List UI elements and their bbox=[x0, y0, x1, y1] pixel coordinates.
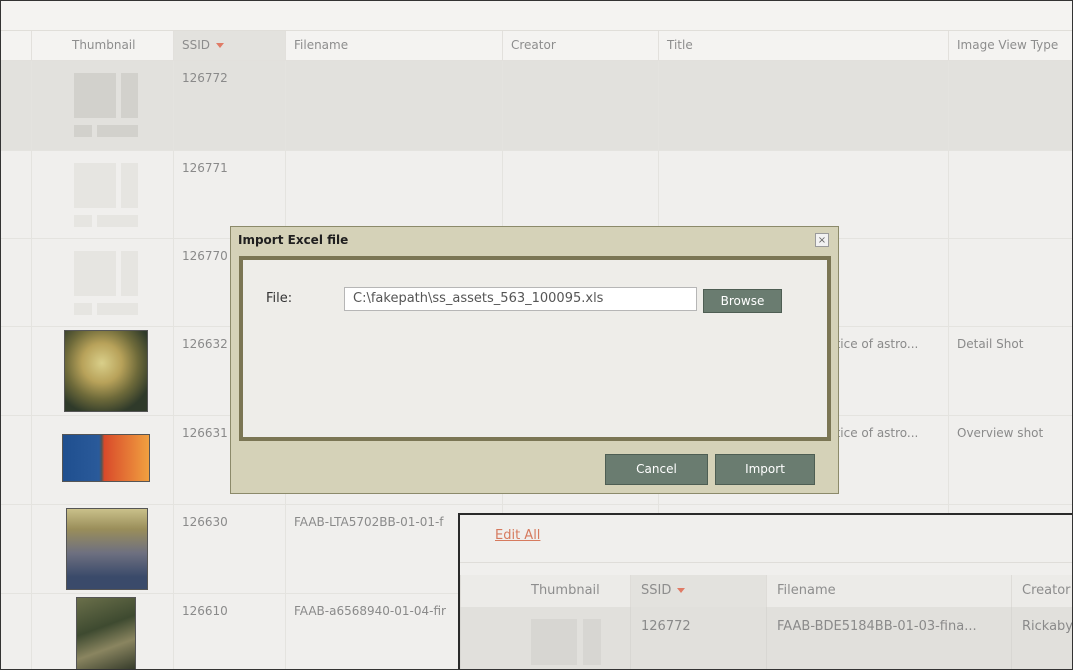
column-header-label: Thumbnail bbox=[72, 38, 136, 52]
view-type-cell bbox=[948, 239, 1072, 326]
creator-cell: Rickaby bbox=[1011, 607, 1072, 669]
column-header-creator[interactable]: Creator bbox=[502, 31, 658, 60]
ssid-cell: 126771 bbox=[173, 151, 285, 238]
column-header-label: Thumbnail bbox=[531, 583, 600, 598]
inset-toolbar: Edit All bbox=[460, 515, 1072, 563]
thumbnail-placeholder-icon bbox=[74, 251, 138, 315]
view-type-cell: Overview shot bbox=[948, 416, 1072, 504]
thumbnail-cell bbox=[31, 505, 173, 593]
thumbnail-image[interactable] bbox=[64, 330, 148, 412]
ssid-cell: 126772 bbox=[173, 61, 285, 150]
column-header-label: Creator bbox=[1022, 583, 1071, 598]
thumbnail-cell bbox=[31, 61, 173, 150]
file-path-field[interactable]: C:\fakepath\ss_assets_563_100095.xls bbox=[344, 287, 697, 311]
filename-cell: FAAB-BDE5184BB-01-03-fina... bbox=[766, 607, 1011, 669]
column-header-title[interactable]: Title bbox=[658, 31, 948, 60]
thumbnail-placeholder-icon bbox=[74, 163, 138, 227]
inset-grid-header: Thumbnail SSID Filename Creator bbox=[460, 575, 1072, 608]
dialog-title: Import Excel file bbox=[238, 233, 349, 247]
column-header-thumbnail[interactable]: Thumbnail bbox=[31, 31, 173, 60]
browse-button[interactable]: Browse bbox=[703, 289, 782, 313]
ssid-cell: 126610 bbox=[173, 594, 285, 669]
thumbnail-cell bbox=[31, 594, 173, 669]
creator-cell bbox=[502, 151, 658, 238]
sort-descending-icon bbox=[216, 43, 225, 48]
view-type-cell: Detail Shot bbox=[948, 327, 1072, 415]
filename-cell bbox=[285, 151, 502, 238]
asset-grid-screen: Thumbnail SSID Filename Creator Title Im… bbox=[0, 0, 1073, 670]
column-header-label: SSID bbox=[182, 38, 211, 52]
thumbnail-placeholder-icon bbox=[531, 619, 577, 665]
column-header-filename[interactable]: Filename bbox=[766, 575, 1011, 607]
edit-all-preview-panel: Edit All Thumbnail SSID Filename Creator… bbox=[458, 513, 1072, 669]
title-cell bbox=[658, 61, 948, 150]
file-label: File: bbox=[266, 291, 293, 306]
column-header-ssid[interactable]: SSID bbox=[173, 31, 285, 60]
column-header-label: Title bbox=[667, 38, 693, 52]
cancel-button[interactable]: Cancel bbox=[605, 454, 708, 485]
table-row[interactable]: 126772 FAAB-BDE5184BB-01-03-fina... Rick… bbox=[460, 607, 1072, 669]
thumbnail-cell bbox=[460, 607, 630, 669]
filename-cell bbox=[285, 61, 502, 150]
edit-all-link[interactable]: Edit All bbox=[495, 528, 540, 543]
column-header-label: SSID bbox=[641, 583, 672, 598]
thumbnail-cell bbox=[31, 151, 173, 238]
thumbnail-image[interactable] bbox=[76, 597, 136, 669]
thumbnail-placeholder-icon bbox=[74, 73, 138, 137]
column-header-creator[interactable]: Creator bbox=[1011, 575, 1072, 607]
creator-cell bbox=[502, 61, 658, 150]
column-header-filename[interactable]: Filename bbox=[285, 31, 502, 60]
import-button[interactable]: Import bbox=[715, 454, 815, 485]
thumbnail-placeholder-part bbox=[583, 619, 601, 665]
grid-header: Thumbnail SSID Filename Creator Title Im… bbox=[1, 31, 1072, 61]
column-header-ssid[interactable]: SSID bbox=[630, 575, 766, 607]
view-type-cell bbox=[948, 61, 1072, 150]
column-header-label: Filename bbox=[294, 38, 349, 52]
import-excel-dialog: Import Excel file × File: C:\fakepath\ss… bbox=[230, 226, 839, 494]
thumbnail-image[interactable] bbox=[62, 434, 150, 482]
thumbnail-image[interactable] bbox=[66, 508, 148, 590]
sort-descending-icon bbox=[677, 588, 686, 593]
ssid-cell: 126772 bbox=[630, 607, 766, 669]
close-icon[interactable]: × bbox=[815, 233, 829, 247]
column-header-label: Creator bbox=[511, 38, 556, 52]
column-header-label: Image View Type bbox=[957, 38, 1059, 52]
column-header-image-view-type[interactable]: Image View Type bbox=[948, 31, 1072, 60]
column-header-thumbnail[interactable]: Thumbnail bbox=[460, 575, 630, 607]
table-row[interactable]: 126772 bbox=[1, 61, 1072, 151]
title-cell bbox=[658, 151, 948, 238]
thumbnail-cell bbox=[31, 327, 173, 415]
thumbnail-cell bbox=[31, 416, 173, 504]
column-header-label: Filename bbox=[777, 583, 836, 598]
thumbnail-cell bbox=[31, 239, 173, 326]
view-type-cell bbox=[948, 151, 1072, 238]
dialog-body: File: C:\fakepath\ss_assets_563_100095.x… bbox=[239, 256, 831, 441]
toolbar-band bbox=[1, 1, 1072, 31]
ssid-cell: 126630 bbox=[173, 505, 285, 593]
